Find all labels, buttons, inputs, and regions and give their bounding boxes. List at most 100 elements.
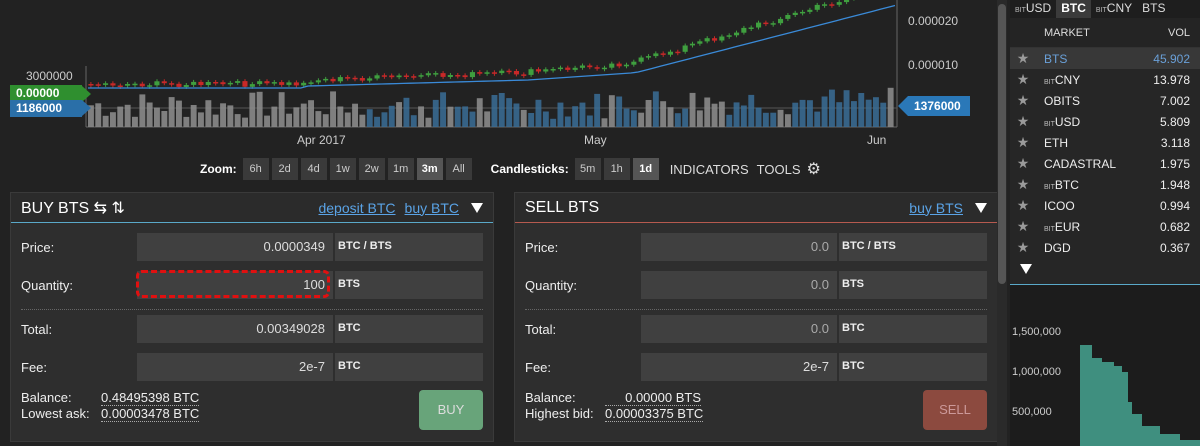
sell-quantity-input[interactable]: 0.0: [641, 271, 837, 299]
star-icon[interactable]: ★: [1012, 176, 1034, 193]
candle-body: [748, 27, 754, 29]
star-icon[interactable]: ★: [1012, 155, 1034, 172]
market-name: BITEUR: [1044, 219, 1081, 234]
star-icon[interactable]: ★: [1012, 113, 1034, 130]
volume-tag-left: 1186000: [10, 100, 82, 117]
zoom-2d[interactable]: 2d: [271, 158, 298, 180]
tab-bts[interactable]: BTS: [1137, 0, 1170, 18]
balance-value[interactable]: 0.00000 BTS: [605, 390, 701, 406]
volume-tag-right-arrow: [898, 96, 908, 116]
collapse-caret-icon[interactable]: [471, 202, 483, 213]
zoom-1m[interactable]: 1m: [387, 158, 414, 180]
zoom-2w[interactable]: 2w: [358, 158, 385, 180]
star-icon[interactable]: ★: [1012, 239, 1034, 256]
market-row[interactable]: ★ ETH 3.118: [1010, 132, 1200, 153]
buy-fee-value: 2e-7: [137, 353, 333, 381]
zoom-3m[interactable]: 3m: [416, 158, 443, 180]
zoom-1w[interactable]: 1w: [329, 158, 356, 180]
sell-button[interactable]: SELL: [923, 390, 987, 430]
sell-panel: SELL BTS buy BTS Price: 0.0 BTC / BTS Qu…: [514, 192, 998, 442]
expand-caret-icon[interactable]: [1020, 264, 1032, 274]
price-chart[interactable]: 0.000020 0.000010 3000000 Apr 2017 May J…: [0, 0, 1000, 152]
candle-body: [756, 22, 762, 28]
candle-body: [249, 84, 255, 87]
market-row[interactable]: ★ OBITS 7.002: [1010, 90, 1200, 111]
market-name: BITCNY: [1044, 72, 1081, 87]
volume-tag-arrow: [82, 100, 91, 116]
star-icon[interactable]: ★: [1012, 197, 1034, 214]
zoom-6h[interactable]: 6h: [242, 158, 269, 180]
market-row[interactable]: ★ BITCNY 13.978: [1010, 69, 1200, 90]
market-row[interactable]: ★ ICOO 0.994: [1010, 195, 1200, 216]
market-row[interactable]: ★ BITEUR 0.682: [1010, 216, 1200, 237]
vol-column-header[interactable]: VOL: [1100, 27, 1200, 39]
volume-bar: [616, 96, 623, 127]
highest-bid-value[interactable]: 0.00003375 BTC: [605, 406, 704, 422]
candle-body: [286, 82, 292, 85]
candle-body: [616, 63, 622, 67]
volume-bar: [344, 112, 351, 127]
star-icon[interactable]: ★: [1012, 134, 1034, 151]
market-row[interactable]: ★ CADASTRAL 1.975: [1010, 153, 1200, 174]
volume-bar: [271, 106, 278, 127]
star-icon[interactable]: ★: [1012, 71, 1034, 88]
market-row[interactable]: ★ BITUSD 5.809: [1010, 111, 1200, 132]
scrollbar-thumb[interactable]: [998, 4, 1006, 284]
buy-btc-link[interactable]: buy BTC: [405, 200, 459, 216]
balance-label: Balance:: [21, 390, 72, 405]
sell-total-input[interactable]: 0.0: [641, 315, 837, 343]
candle-body: [271, 82, 277, 84]
candle-5m[interactable]: 5m: [574, 158, 601, 180]
sell-price-input[interactable]: 0.0: [641, 233, 837, 261]
candle-body: [550, 69, 556, 71]
candle-body: [506, 70, 512, 73]
market-row[interactable]: ★ BITBTC 1.948: [1010, 174, 1200, 195]
volume-bar: [286, 113, 292, 127]
volume-bar: [630, 110, 637, 127]
buy-total-input[interactable]: 0.00349028: [137, 315, 333, 343]
buy-panel: BUY BTS ⇆ ⇅ deposit BTC buy BTC Price: 0…: [10, 192, 494, 442]
zoom-all[interactable]: All: [445, 158, 472, 180]
candle-1h[interactable]: 1h: [603, 158, 630, 180]
volume-bar: [212, 114, 219, 127]
volume-bar: [366, 109, 373, 127]
candle-body: [521, 74, 527, 76]
buy-price-input[interactable]: 0.0000349: [137, 233, 333, 261]
tools-button[interactable]: TOOLS: [757, 162, 801, 177]
candle-body: [477, 72, 483, 74]
candle-body: [741, 27, 747, 33]
market-row[interactable]: ★ BTS 45.902: [1010, 48, 1200, 69]
sell-fee-value: 2e-7: [641, 353, 837, 381]
page-scrollbar[interactable]: [997, 0, 1007, 446]
candle-body: [315, 80, 321, 83]
buy-bts-link[interactable]: buy BTS: [909, 200, 963, 216]
price-unit: BTC / BTS: [333, 233, 483, 261]
volume-bar: [807, 100, 813, 127]
candle-1d[interactable]: 1d: [632, 158, 659, 180]
zoom-4d[interactable]: 4d: [300, 158, 327, 180]
balance-value[interactable]: 0.48495398 BTC: [101, 390, 200, 406]
candle-body: [528, 69, 534, 75]
star-icon[interactable]: ★: [1012, 92, 1034, 109]
quantity-label: Quantity:: [525, 277, 578, 293]
buy-button[interactable]: BUY: [419, 390, 483, 430]
volume-bar: [799, 99, 806, 127]
volume-bar: [161, 111, 168, 127]
tab-bitusd[interactable]: BITUSD: [1010, 0, 1056, 18]
star-icon[interactable]: ★: [1012, 218, 1034, 235]
volume-bar: [623, 108, 630, 127]
market-column-header[interactable]: MARKET: [1010, 27, 1100, 39]
balance-line: Balance: 0.00000 BTS: [525, 390, 701, 406]
tab-bitcny[interactable]: BITCNY: [1091, 0, 1137, 18]
collapse-caret-icon[interactable]: [975, 202, 987, 213]
star-icon[interactable]: ★: [1012, 50, 1034, 67]
tab-btc[interactable]: BTC: [1056, 0, 1091, 18]
gear-icon[interactable]: ⚙: [807, 159, 821, 179]
indicators-button[interactable]: INDICATORS: [670, 162, 749, 177]
deposit-btc-link[interactable]: deposit BTC: [318, 200, 395, 216]
market-row[interactable]: ★ DGD 0.367: [1010, 237, 1200, 258]
chart-canvas[interactable]: [0, 0, 1000, 152]
depth-chart[interactable]: 1,500,000 1,000,000 500,000: [1010, 290, 1200, 446]
lowest-ask-value[interactable]: 0.00003478 BTC: [101, 406, 200, 422]
sell-total-row: Total: 0.0 BTC: [525, 315, 987, 343]
